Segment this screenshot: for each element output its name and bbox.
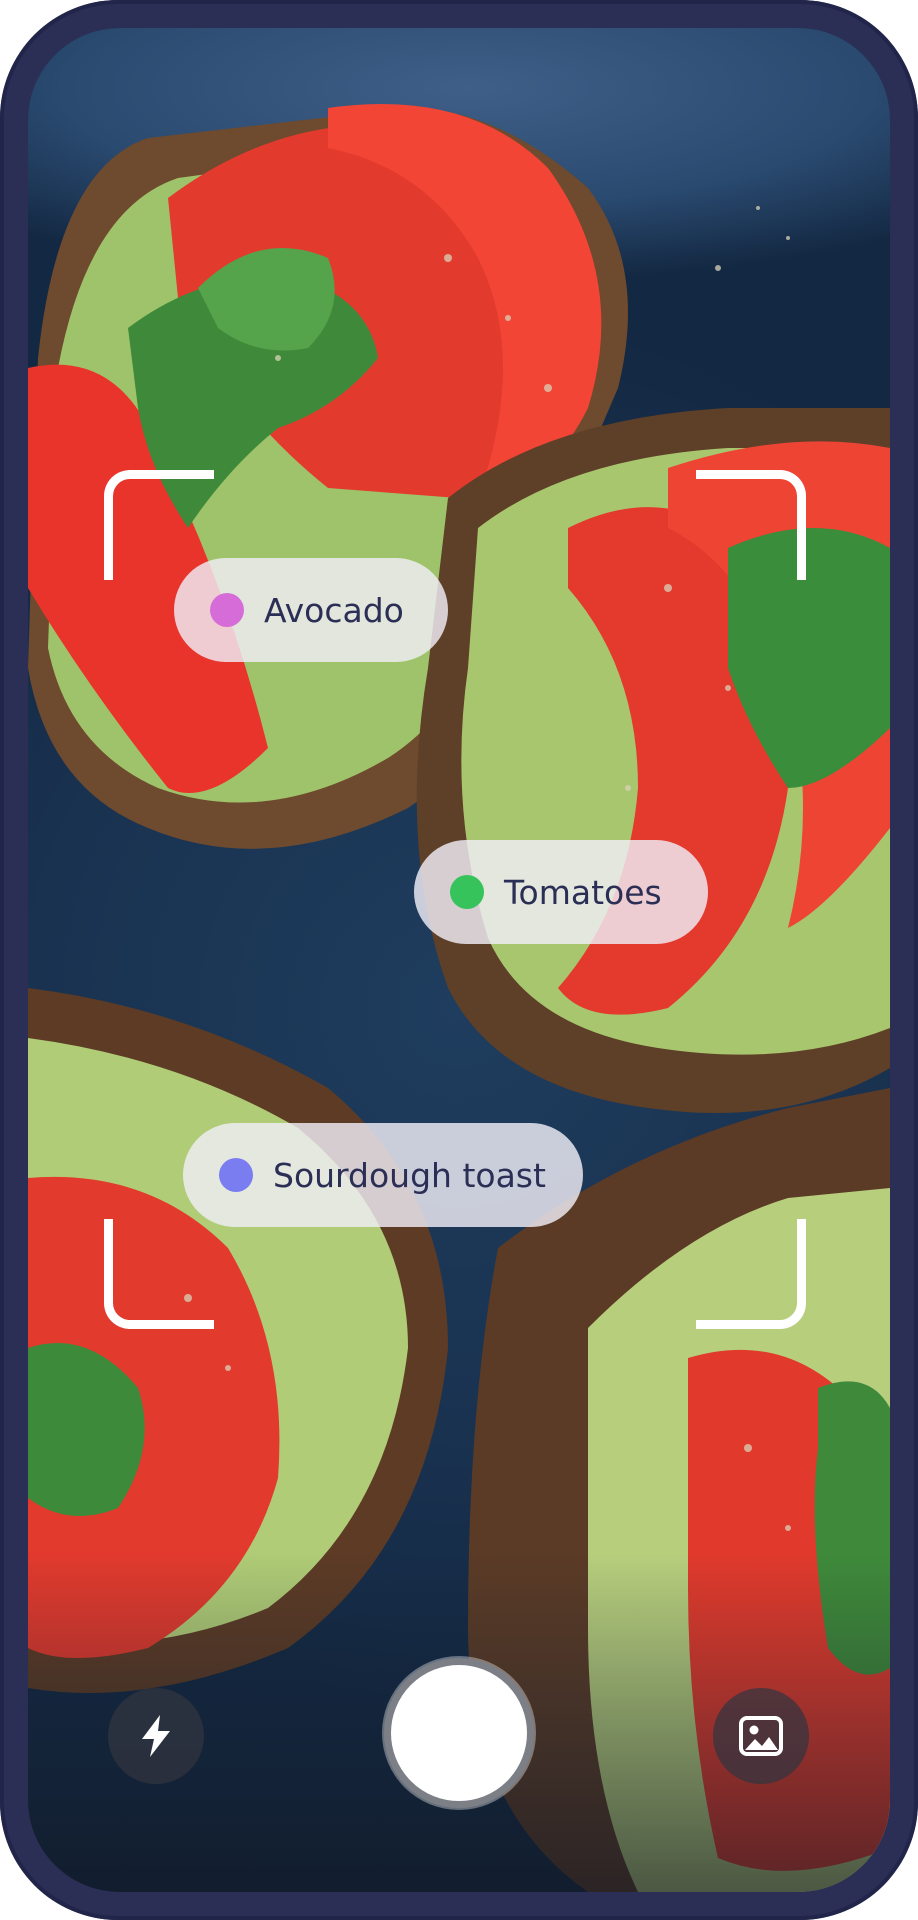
camera-screen: Avocado Tomatoes Sourdough toast xyxy=(28,28,890,1892)
status-dot-icon xyxy=(450,875,484,909)
flash-button[interactable] xyxy=(108,1688,204,1784)
status-dot-icon xyxy=(219,1158,253,1192)
scan-frame-corner-bottom-right xyxy=(696,1219,806,1329)
phone-frame: Avocado Tomatoes Sourdough toast xyxy=(0,0,918,1920)
status-dot-icon xyxy=(210,593,244,627)
scan-frame-corner-bottom-left xyxy=(104,1219,214,1329)
detection-tag-sourdough-toast[interactable]: Sourdough toast xyxy=(183,1123,583,1227)
detection-label: Sourdough toast xyxy=(273,1155,546,1195)
detection-tag-avocado[interactable]: Avocado xyxy=(174,558,448,662)
detection-label: Avocado xyxy=(264,590,404,630)
gallery-button[interactable] xyxy=(713,1688,809,1784)
scan-frame-corner-top-right xyxy=(696,470,806,580)
flash-icon xyxy=(142,1715,170,1757)
image-icon xyxy=(739,1716,783,1756)
scan-frame-corner-top-left xyxy=(104,470,214,580)
detection-tag-tomatoes[interactable]: Tomatoes xyxy=(414,840,708,944)
detection-label: Tomatoes xyxy=(504,872,662,912)
shutter-button[interactable] xyxy=(384,1658,534,1808)
